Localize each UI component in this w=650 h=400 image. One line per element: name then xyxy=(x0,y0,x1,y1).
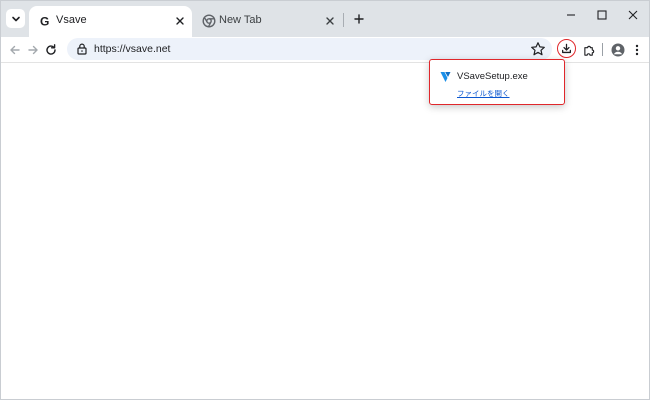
tab-vsave[interactable]: G Vsave xyxy=(29,6,192,37)
star-icon[interactable] xyxy=(530,41,546,57)
close-tab-button[interactable] xyxy=(174,15,186,27)
kebab-menu-icon xyxy=(635,44,639,56)
back-button[interactable] xyxy=(5,40,25,60)
tab-new-tab[interactable]: New Tab xyxy=(192,6,342,37)
back-arrow-icon xyxy=(10,45,20,55)
tab-title: New Tab xyxy=(219,14,262,26)
maximize-button[interactable] xyxy=(592,7,612,23)
forward-arrow-icon xyxy=(28,45,38,55)
puzzle-icon xyxy=(583,45,594,56)
reload-button[interactable] xyxy=(41,40,61,60)
plus-icon xyxy=(354,14,364,24)
maximize-icon xyxy=(597,10,607,20)
profile-button[interactable] xyxy=(608,40,628,60)
minimize-button[interactable] xyxy=(561,7,581,23)
chrome-icon xyxy=(202,14,216,28)
chevron-down-icon xyxy=(11,16,20,21)
url-text[interactable]: https://vsave.net xyxy=(94,43,170,55)
download-filename[interactable]: VSaveSetup.exe xyxy=(457,71,528,82)
extensions-button[interactable] xyxy=(579,40,599,60)
google-g-icon: G xyxy=(40,15,49,29)
download-icon xyxy=(562,43,571,54)
address-bar[interactable]: https://vsave.net xyxy=(67,38,552,60)
browser-window: G Vsave New Tab https://vsave.net VSaveS… xyxy=(0,0,650,400)
close-tab-button[interactable] xyxy=(324,15,336,27)
download-bubble: VSaveSetup.exe ファイルを開く xyxy=(429,59,565,105)
close-icon xyxy=(176,17,184,25)
profile-icon xyxy=(611,43,625,57)
tab-separator xyxy=(343,13,344,27)
toolbar-divider xyxy=(602,43,603,56)
close-icon xyxy=(628,10,638,20)
menu-button[interactable] xyxy=(627,40,647,60)
close-icon xyxy=(326,17,334,25)
forward-button[interactable] xyxy=(23,40,43,60)
tab-search-button[interactable] xyxy=(6,9,25,28)
svg-text:G: G xyxy=(40,15,49,29)
tab-title: Vsave xyxy=(56,14,87,26)
downloads-button[interactable] xyxy=(557,39,576,58)
close-window-button[interactable] xyxy=(623,7,643,23)
tab-strip: G Vsave New Tab xyxy=(1,1,649,37)
page-content xyxy=(1,64,649,399)
vsave-logo-icon xyxy=(440,72,451,82)
open-file-link[interactable]: ファイルを開く xyxy=(457,88,510,99)
reload-icon xyxy=(46,44,56,55)
lock-icon[interactable] xyxy=(75,42,89,56)
new-tab-button[interactable] xyxy=(352,12,366,26)
minimize-icon xyxy=(567,14,575,16)
